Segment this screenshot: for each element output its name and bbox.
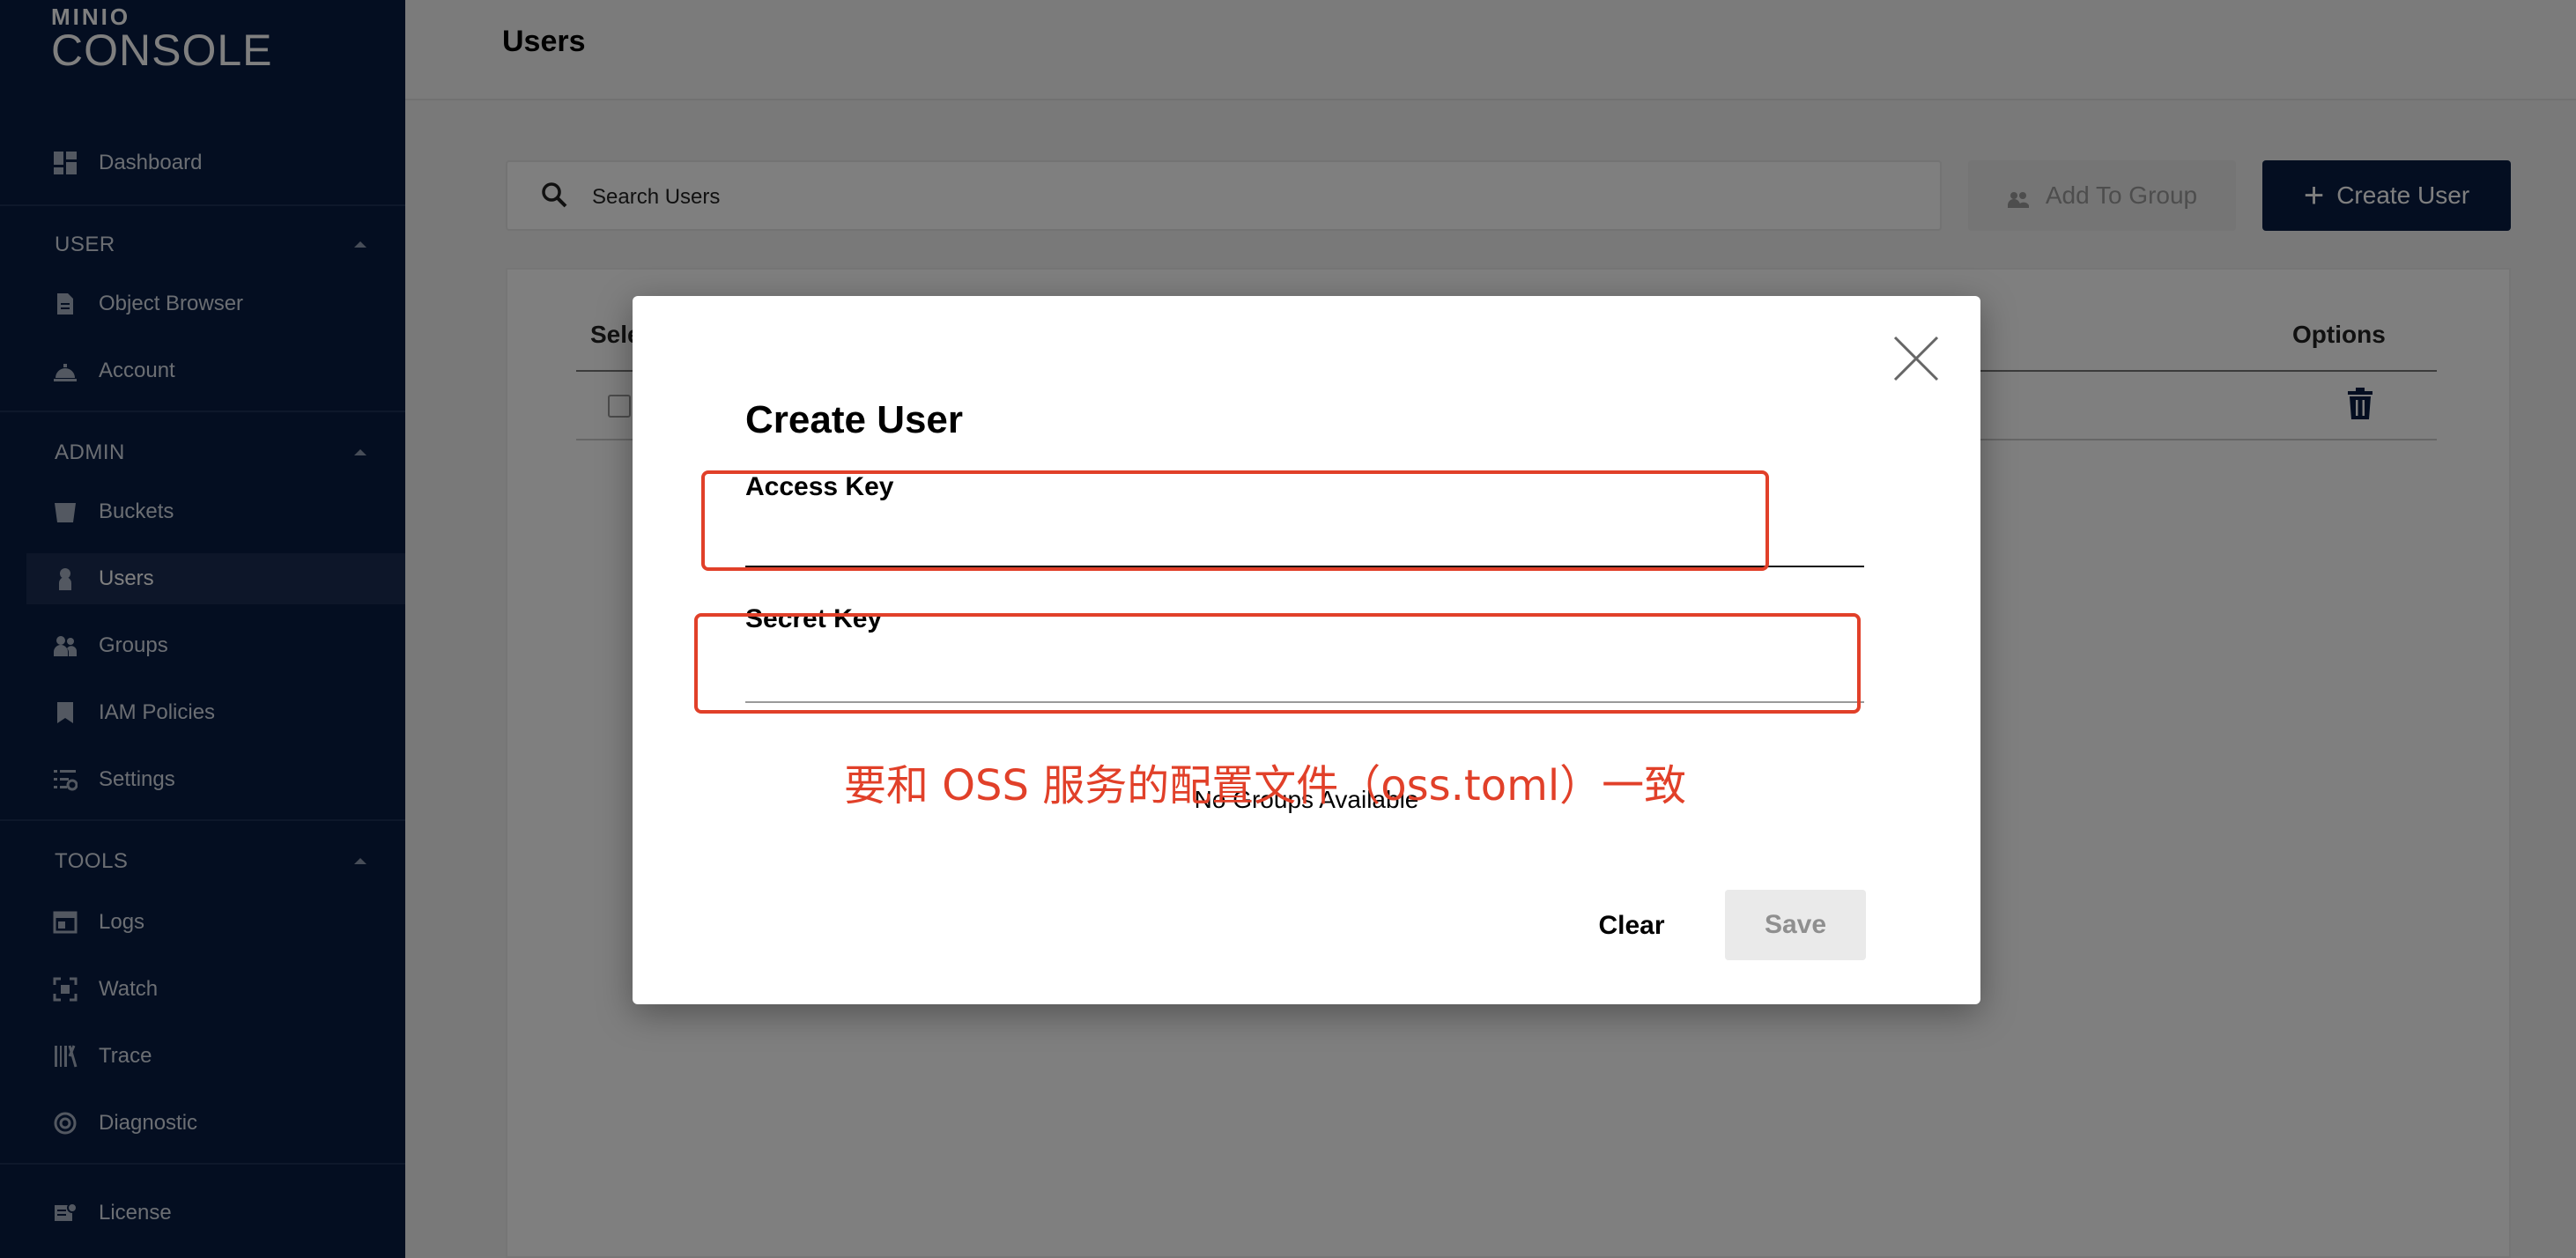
annotation-note: 要和 OSS 服务的配置文件（oss.toml）一致 [844,761,1687,810]
close-icon[interactable] [1891,333,1942,384]
annotation-box-secret-key [694,613,1861,714]
annotation-box-access-key [701,470,1769,571]
modal-title: Create User [745,398,964,441]
save-button[interactable]: Save [1725,890,1866,960]
clear-button[interactable]: Clear [1582,904,1681,948]
